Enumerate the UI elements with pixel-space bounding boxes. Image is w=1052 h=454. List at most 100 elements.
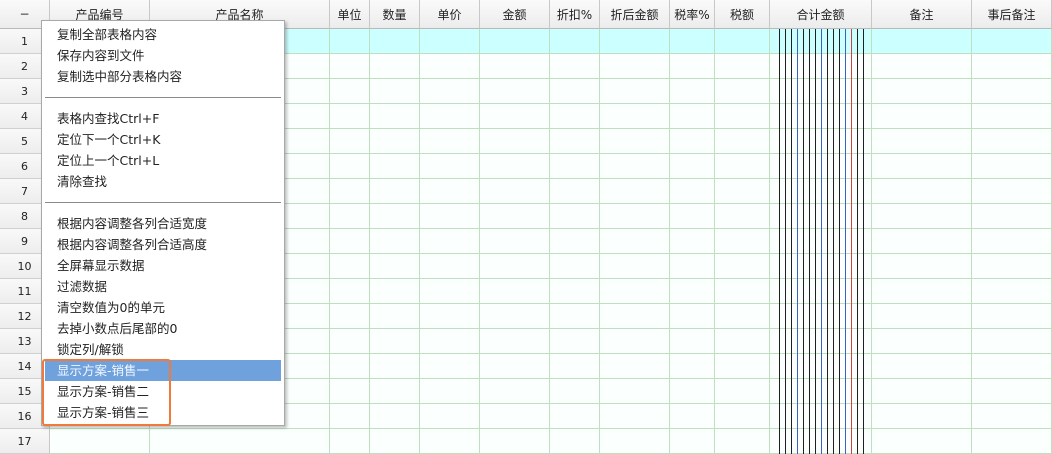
menu-item-0-0[interactable]: 复制全部表格内容 [45,24,281,45]
menu-item-1-3[interactable]: 清除查找 [45,171,281,192]
table-cell[interactable] [480,104,550,129]
table-cell[interactable] [370,154,420,179]
table-cell[interactable] [480,129,550,154]
table-cell[interactable] [872,204,972,229]
table-cell[interactable] [872,29,972,54]
table-cell[interactable] [715,129,770,154]
table-cell[interactable] [872,304,972,329]
table-cell[interactable] [872,104,972,129]
table-cell[interactable] [550,229,600,254]
table-cell[interactable] [420,329,480,354]
table-cell[interactable] [872,179,972,204]
table-cell[interactable] [600,204,670,229]
table-cell[interactable] [670,354,715,379]
table-cell[interactable] [972,54,1052,79]
table-cell[interactable] [550,129,600,154]
table-cell[interactable] [872,279,972,304]
table-cell[interactable] [330,104,370,129]
column-header[interactable]: 税率% [670,0,715,29]
table-cell[interactable] [480,179,550,204]
column-header[interactable]: 单价 [420,0,480,29]
table-cell[interactable] [872,154,972,179]
table-cell[interactable] [330,154,370,179]
table-cell[interactable] [600,129,670,154]
table-cell[interactable] [715,79,770,104]
table-cell[interactable] [330,379,370,404]
table-cell[interactable] [715,329,770,354]
table-cell[interactable] [370,404,420,429]
table-cell[interactable] [972,379,1052,404]
column-header[interactable]: 金额 [480,0,550,29]
table-cell[interactable] [715,54,770,79]
menu-item-2-3[interactable]: 过滤数据 [45,276,281,297]
table-cell[interactable] [480,279,550,304]
table-cell[interactable] [670,204,715,229]
table-cell[interactable] [972,429,1052,454]
table-cell[interactable] [480,429,550,454]
table-cell[interactable] [670,329,715,354]
table-cell[interactable] [480,404,550,429]
table-cell[interactable] [715,104,770,129]
column-header[interactable]: 事后备注 [972,0,1052,29]
table-cell[interactable] [715,229,770,254]
menu-item-2-7[interactable]: 显示方案-销售一 [45,360,281,381]
column-header[interactable]: 备注 [872,0,972,29]
table-cell[interactable] [480,254,550,279]
table-cell[interactable] [420,79,480,104]
table-cell[interactable] [715,254,770,279]
menu-item-1-1[interactable]: 定位下一个Ctrl+K [45,129,281,150]
table-cell[interactable] [715,304,770,329]
table-cell[interactable] [550,279,600,304]
table-cell[interactable] [330,329,370,354]
table-cell[interactable] [670,429,715,454]
table-cell[interactable] [600,54,670,79]
table-cell[interactable] [330,354,370,379]
menu-item-2-1[interactable]: 根据内容调整各列合适高度 [45,234,281,255]
table-cell[interactable] [370,54,420,79]
table-cell[interactable] [670,254,715,279]
table-cell[interactable] [550,54,600,79]
table-cell[interactable] [480,329,550,354]
table-cell[interactable] [972,204,1052,229]
table-cell[interactable] [550,404,600,429]
table-cell[interactable] [872,429,972,454]
column-header[interactable]: 数量 [370,0,420,29]
table-cell[interactable] [972,329,1052,354]
menu-item-2-4[interactable]: 清空数值为0的单元 [45,297,281,318]
table-cell[interactable] [550,254,600,279]
table-cell[interactable] [420,279,480,304]
table-cell[interactable] [972,79,1052,104]
table-cell[interactable] [972,129,1052,154]
table-cell[interactable] [600,79,670,104]
table-cell[interactable] [670,29,715,54]
table-cell[interactable] [715,379,770,404]
column-header[interactable]: 折扣% [550,0,600,29]
table-cell[interactable] [550,79,600,104]
table-cell[interactable] [330,304,370,329]
table-cell[interactable] [600,104,670,129]
table-cell[interactable] [480,229,550,254]
table-cell[interactable] [330,79,370,104]
table-cell[interactable] [600,404,670,429]
table-cell[interactable] [872,129,972,154]
menu-item-1-0[interactable]: 表格内查找Ctrl+F [45,108,281,129]
table-cell[interactable] [550,104,600,129]
table-cell[interactable] [420,304,480,329]
table-cell[interactable] [600,354,670,379]
table-cell[interactable] [715,29,770,54]
table-cell[interactable] [330,254,370,279]
table-cell[interactable] [715,179,770,204]
table-cell[interactable] [150,429,330,454]
table-cell[interactable] [670,279,715,304]
menu-item-2-8[interactable]: 显示方案-销售二 [45,381,281,402]
table-cell[interactable] [480,29,550,54]
table-cell[interactable] [330,54,370,79]
table-cell[interactable] [330,29,370,54]
table-cell[interactable] [715,404,770,429]
table-cell[interactable] [480,379,550,404]
table-cell[interactable] [670,54,715,79]
menu-item-1-2[interactable]: 定位上一个Ctrl+L [45,150,281,171]
table-cell[interactable] [972,179,1052,204]
table-cell[interactable] [715,154,770,179]
table-cell[interactable] [330,204,370,229]
